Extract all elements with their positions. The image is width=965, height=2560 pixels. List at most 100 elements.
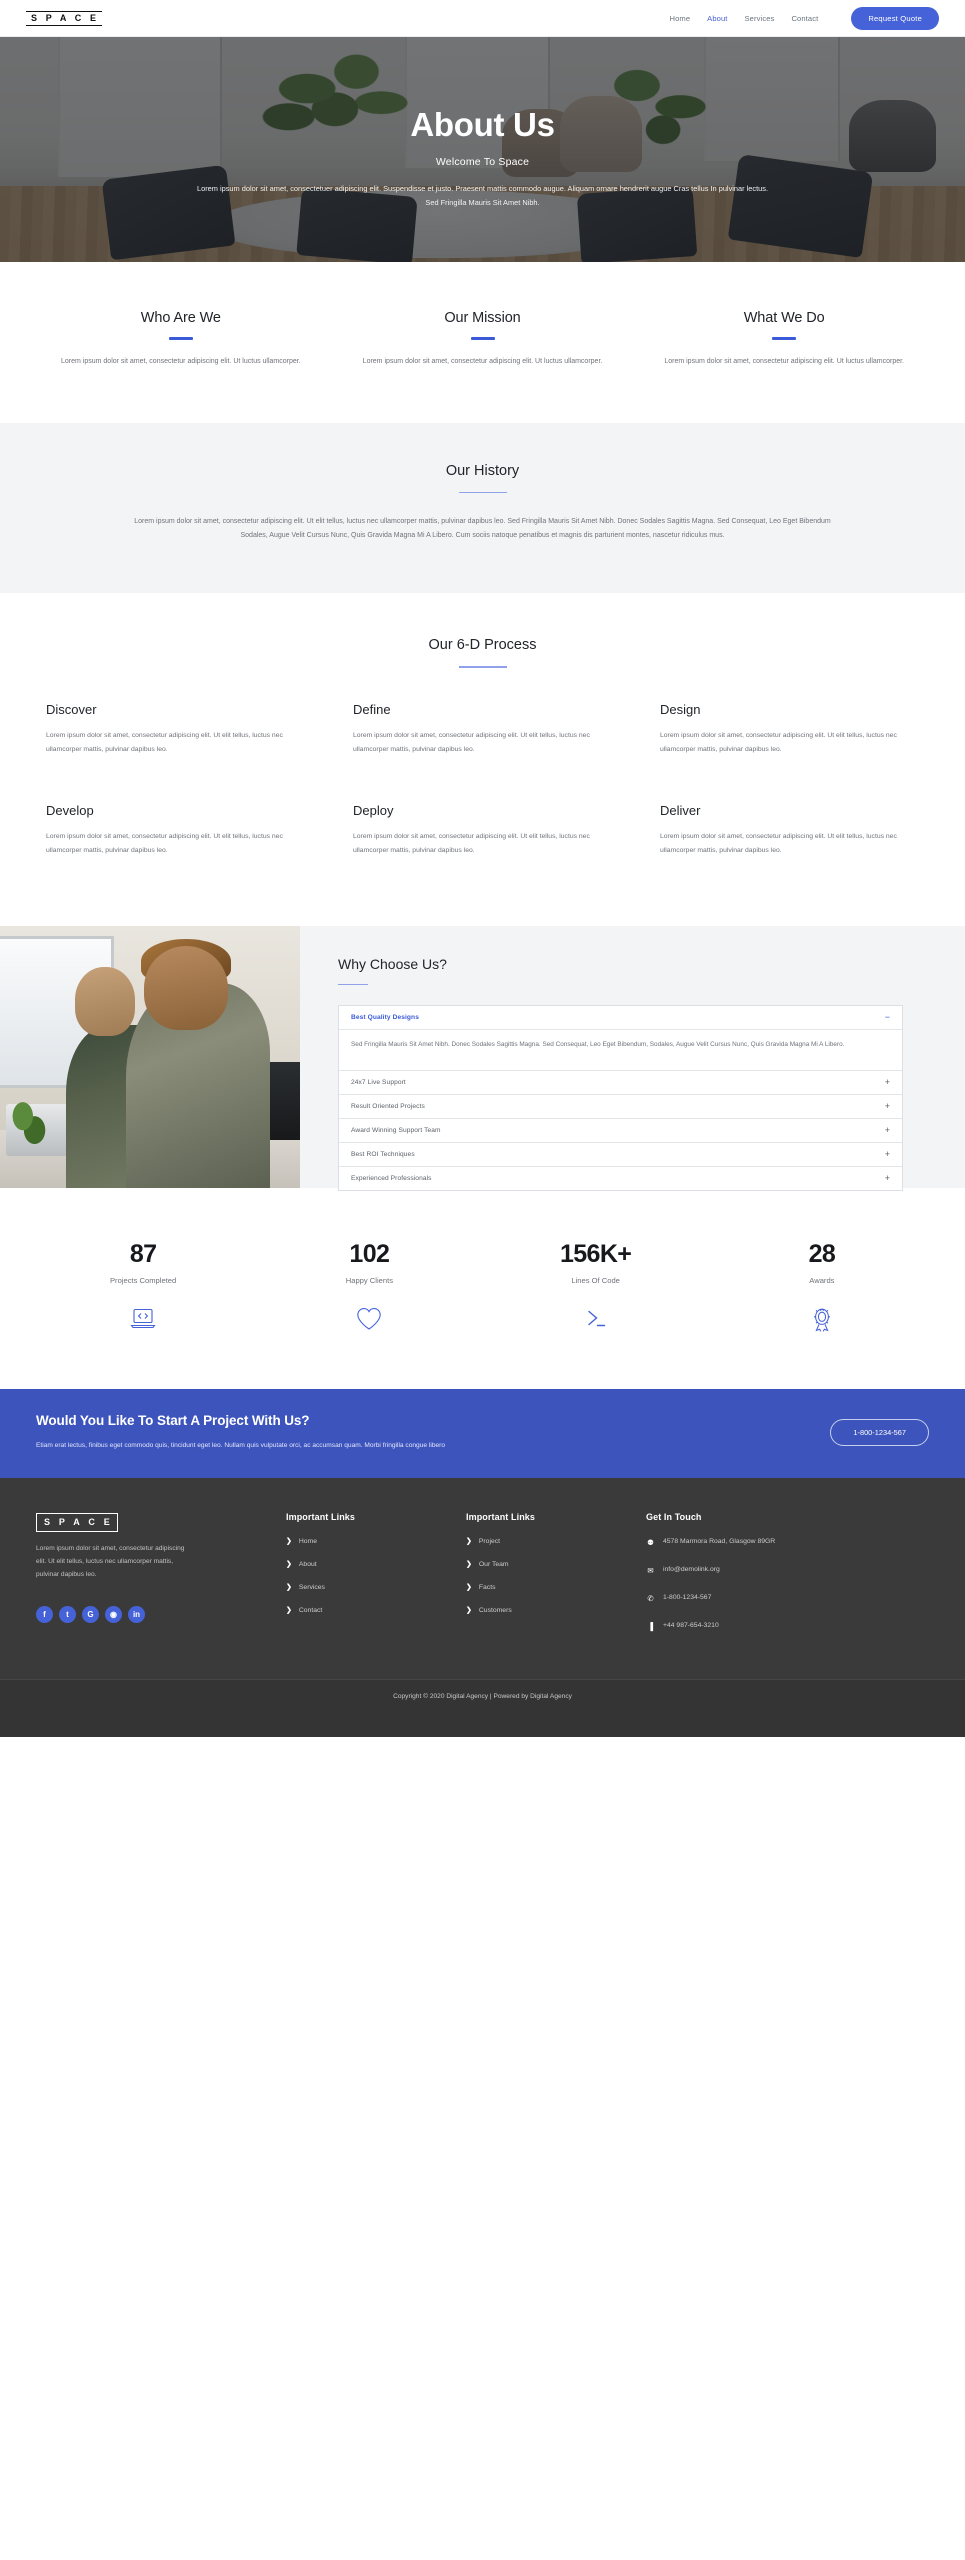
intro-card-title: What We Do [743,310,825,326]
accordion-label: Best Quality Designs [351,1014,419,1022]
accordion-label: Result Oriented Projects [351,1102,425,1110]
footer-link-contact[interactable]: ❯ Contact [286,1606,440,1615]
stat-happy-clients: 102 Happy Clients [256,1240,482,1333]
contact-email[interactable]: ✉ info@demolink.org [646,1565,903,1577]
award-medal-icon [709,1307,935,1333]
section-title: Our 6-D Process [428,637,537,654]
accordion-header-result-oriented-projects[interactable]: Result Oriented Projects + [339,1095,902,1119]
process-item-title: Deliver [660,802,701,818]
accordion-label: Best ROI Techniques [351,1150,415,1158]
nav-link-contact[interactable]: Contact [791,14,818,23]
process-item-title: Deploy [353,802,394,818]
footer-link-about[interactable]: ❯ About [286,1560,440,1569]
accordion-header-best-quality-designs[interactable]: Best Quality Designs − [339,1006,902,1031]
why-choose-us-photo [0,925,300,1188]
stat-number: 156K+ [559,1239,632,1268]
nav-link-services[interactable]: Services [745,14,775,23]
footer-column-title: Get In Touch [646,1512,702,1523]
stat-label: Lines Of Code [571,1275,620,1285]
footer-link-customers[interactable]: ❯ Customers [466,1606,620,1615]
contact-address: ⚉ 4578 Marmora Road, Glasgow 89GR [646,1537,903,1549]
history-body-text: Lorem ipsum dolor sit amet, consectetur … [134,518,831,540]
stat-label: Projects Completed [109,1275,177,1285]
contact-email-text: info@demolink.org [663,1566,720,1574]
why-accordion: Best Quality Designs − Sed Fringilla Mau… [338,1005,903,1191]
twitter-icon[interactable]: t [59,1605,76,1623]
social-links: f t G ◉ in [36,1605,260,1623]
stat-number: 102 [349,1239,390,1268]
site-footer: S P A C E Lorem ipsum dolor sit amet, co… [0,1478,965,1680]
plus-icon: + [884,1124,890,1135]
why-choose-us-section: Why Choose Us? Best Quality Designs − Se… [0,925,965,1191]
intro-card-who-are-we: Who Are We Lorem ipsum dolor sit amet, c… [30,310,332,369]
cta-description: Etiam erat lectus, finibus eget commodo … [36,1441,446,1449]
footer-link-label: Project [478,1537,501,1545]
laptop-code-icon [30,1307,256,1329]
accordion-panel-best-quality-designs: Sed Fringilla Mauris Sit Amet Nibh. Done… [339,1030,902,1071]
accordion-label: Experienced Professionals [351,1174,432,1182]
accent-rule [168,337,193,340]
chevron-right-icon: ❯ [286,1561,292,1569]
process-item-define: Define Lorem ipsum dolor sit amet, conse… [353,702,612,757]
request-quote-button[interactable]: Request Quote [851,6,939,30]
footer-link-facts[interactable]: ❯ Facts [466,1583,620,1592]
stat-label: Awards [809,1275,835,1285]
footer-link-home[interactable]: ❯ Home [286,1537,440,1546]
process-item-text: Lorem ipsum dolor sit amet, consectetur … [660,832,897,854]
chevron-right-icon: ❯ [466,1607,472,1615]
process-item-discover: Discover Lorem ipsum dolor sit amet, con… [46,702,305,757]
linkedin-icon[interactable]: in [128,1605,145,1623]
stat-lines-of-code: 156K+ Lines Of Code [483,1240,709,1333]
accordion-label: 24x7 Live Support [351,1078,406,1086]
nav-link-home[interactable]: Home [670,14,691,23]
plus-icon: + [884,1172,890,1183]
process-item-title: Design [660,701,701,717]
instagram-icon[interactable]: ◉ [105,1605,122,1623]
contact-phone[interactable]: ✆ 1-800-1234-567 [646,1593,903,1605]
heart-icon [256,1307,482,1331]
footer-link-our-team[interactable]: ❯ Our Team [466,1560,620,1569]
chevron-right-icon: ❯ [466,1561,472,1569]
intro-card-title: Our Mission [444,310,521,326]
our-history-section: Our History Lorem ipsum dolor sit amet, … [0,422,965,594]
footer-links-column-1: Important Links ❯ Home ❯ About ❯ Service… [286,1512,466,1649]
stat-projects-completed: 87 Projects Completed [30,1240,256,1333]
chevron-right-icon: ❯ [286,1538,292,1546]
footer-link-project[interactable]: ❯ Project [466,1537,620,1546]
intro-card-text: Lorem ipsum dolor sit amet, consectetur … [61,358,301,365]
footer-link-services[interactable]: ❯ Services [286,1583,440,1592]
process-item-title: Develop [46,802,94,818]
accordion-label: Award Winning Support Team [351,1126,441,1134]
accordion-header-award-winning-support-team[interactable]: Award Winning Support Team + [339,1119,902,1143]
stat-label: Happy Clients [345,1275,394,1285]
intro-card-text: Lorem ipsum dolor sit amet, consectetur … [664,358,905,365]
footer-logo[interactable]: S P A C E [36,1513,118,1533]
accent-rule [338,983,368,986]
accordion-header-24x7-live-support[interactable]: 24x7 Live Support + [339,1071,902,1095]
google-plus-icon[interactable]: G [82,1605,99,1623]
chevron-right-icon: ❯ [466,1538,472,1546]
footer-link-label: Home [298,1537,318,1545]
footer-column-title: Important Links [466,1512,536,1523]
nav-link-about[interactable]: About [707,14,727,23]
accordion-header-experienced-professionals[interactable]: Experienced Professionals + [339,1167,902,1190]
site-logo[interactable]: S P A C E [26,10,103,26]
cta-phone-button[interactable]: 1-800-1234-567 [830,1418,929,1446]
intro-card-what-we-do: What We Do Lorem ipsum dolor sit amet, c… [633,310,935,369]
footer-column-title: Important Links [286,1512,356,1523]
facebook-icon[interactable]: f [36,1605,53,1623]
minus-icon: − [884,1012,890,1023]
process-item-deliver: Deliver Lorem ipsum dolor sit amet, cons… [660,803,919,858]
contact-mobile[interactable]: ▐ +44 987-654-3210 [646,1621,903,1633]
process-item-title: Define [353,701,391,717]
page-root: S P A C E Home About Services Contact Re… [0,0,965,1738]
accordion-panel-text: Sed Fringilla Mauris Sit Amet Nibh. Done… [351,1041,845,1049]
accordion-header-best-roi-techniques[interactable]: Best ROI Techniques + [339,1143,902,1167]
footer-link-label: Facts [478,1583,496,1591]
process-item-develop: Develop Lorem ipsum dolor sit amet, cons… [46,803,305,858]
accent-rule [772,337,797,340]
cta-title: Would You Like To Start A Project With U… [36,1412,310,1428]
plus-icon: + [884,1148,890,1159]
terminal-icon [483,1307,709,1329]
footer-link-label: About [298,1560,317,1568]
